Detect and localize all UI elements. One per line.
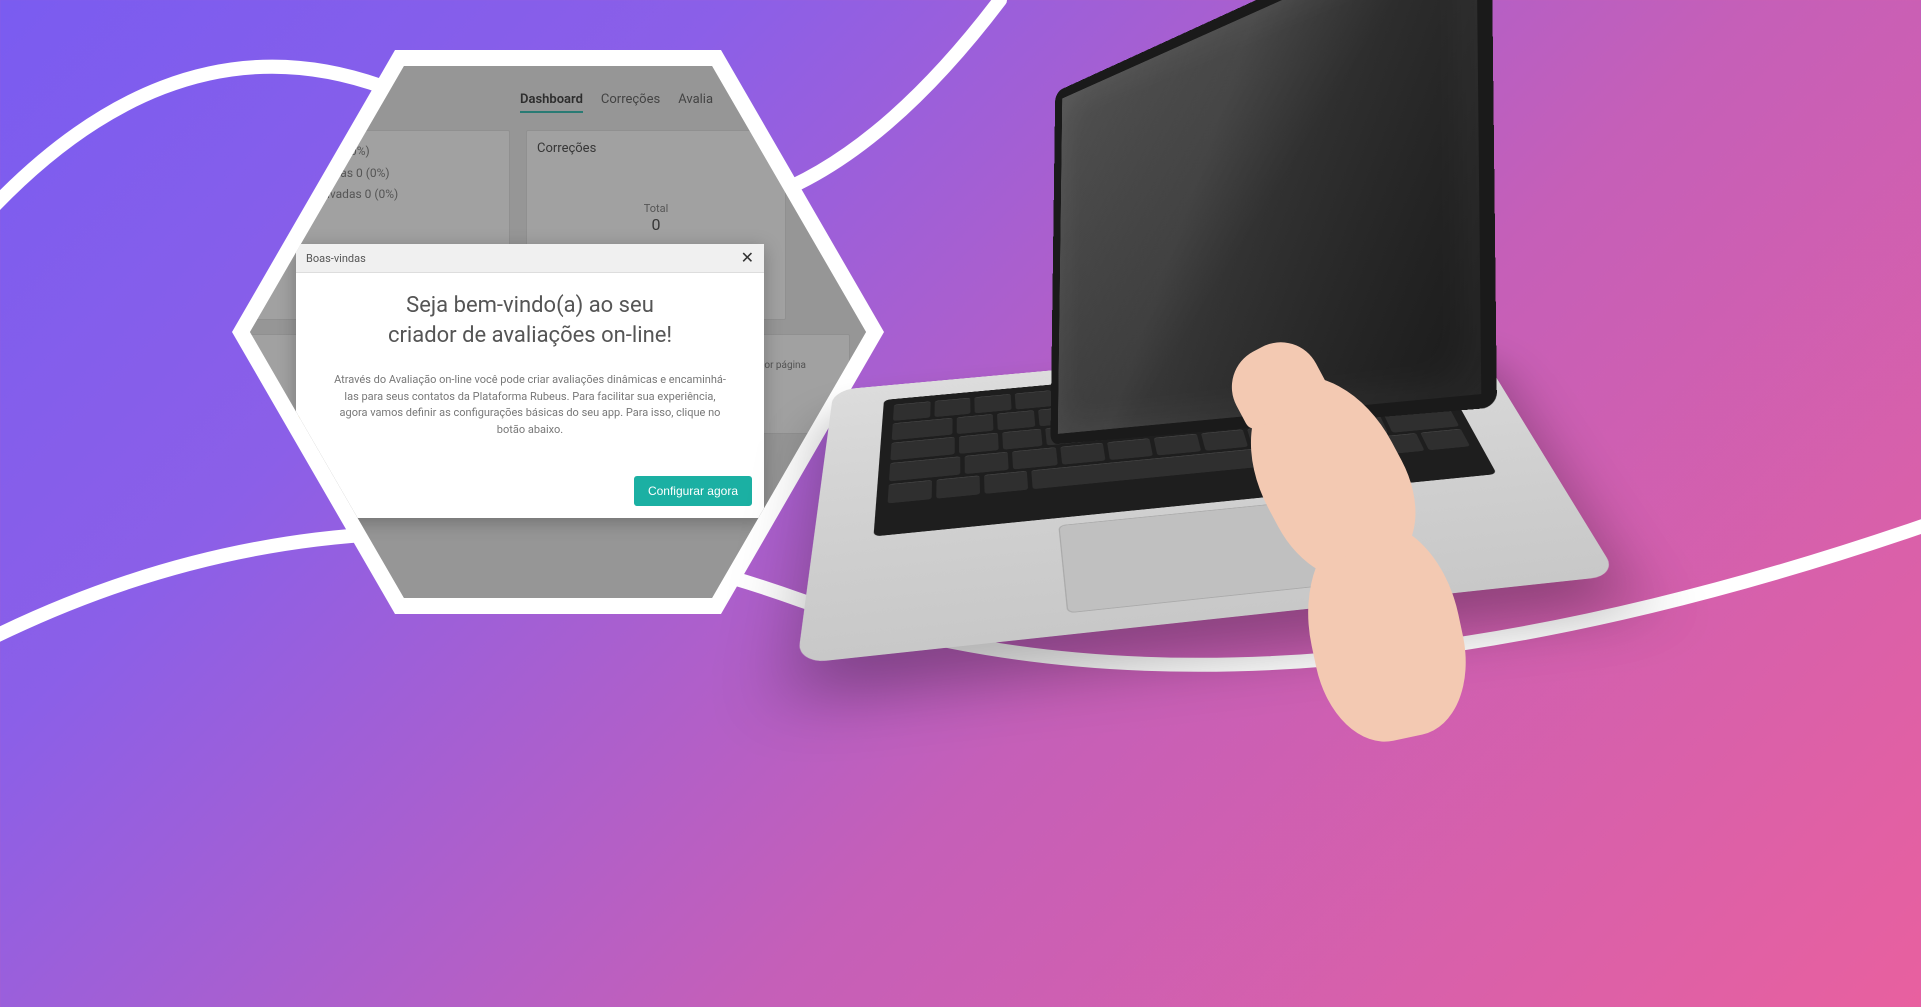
- modal-title-line1: Seja bem-vindo(a) ao seu: [406, 293, 654, 318]
- modal-footer: Configurar agora: [296, 466, 764, 518]
- close-icon[interactable]: ✕: [741, 250, 754, 266]
- configure-now-button[interactable]: Configurar agora: [634, 476, 752, 506]
- modal-title-line2: criador de avaliações on-line!: [388, 323, 672, 348]
- modal-body: Seja bem-vindo(a) ao seu criador de aval…: [296, 273, 764, 466]
- welcome-modal: Boas-vindas ✕ Seja bem-vindo(a) ao seu c…: [296, 244, 764, 518]
- modal-title: Seja bem-vindo(a) ao seu criador de aval…: [322, 291, 738, 350]
- modal-description: Através do Avaliação on-line você pode c…: [322, 372, 738, 438]
- modal-header: Boas-vindas ✕: [296, 244, 764, 273]
- modal-header-title: Boas-vindas: [306, 252, 366, 265]
